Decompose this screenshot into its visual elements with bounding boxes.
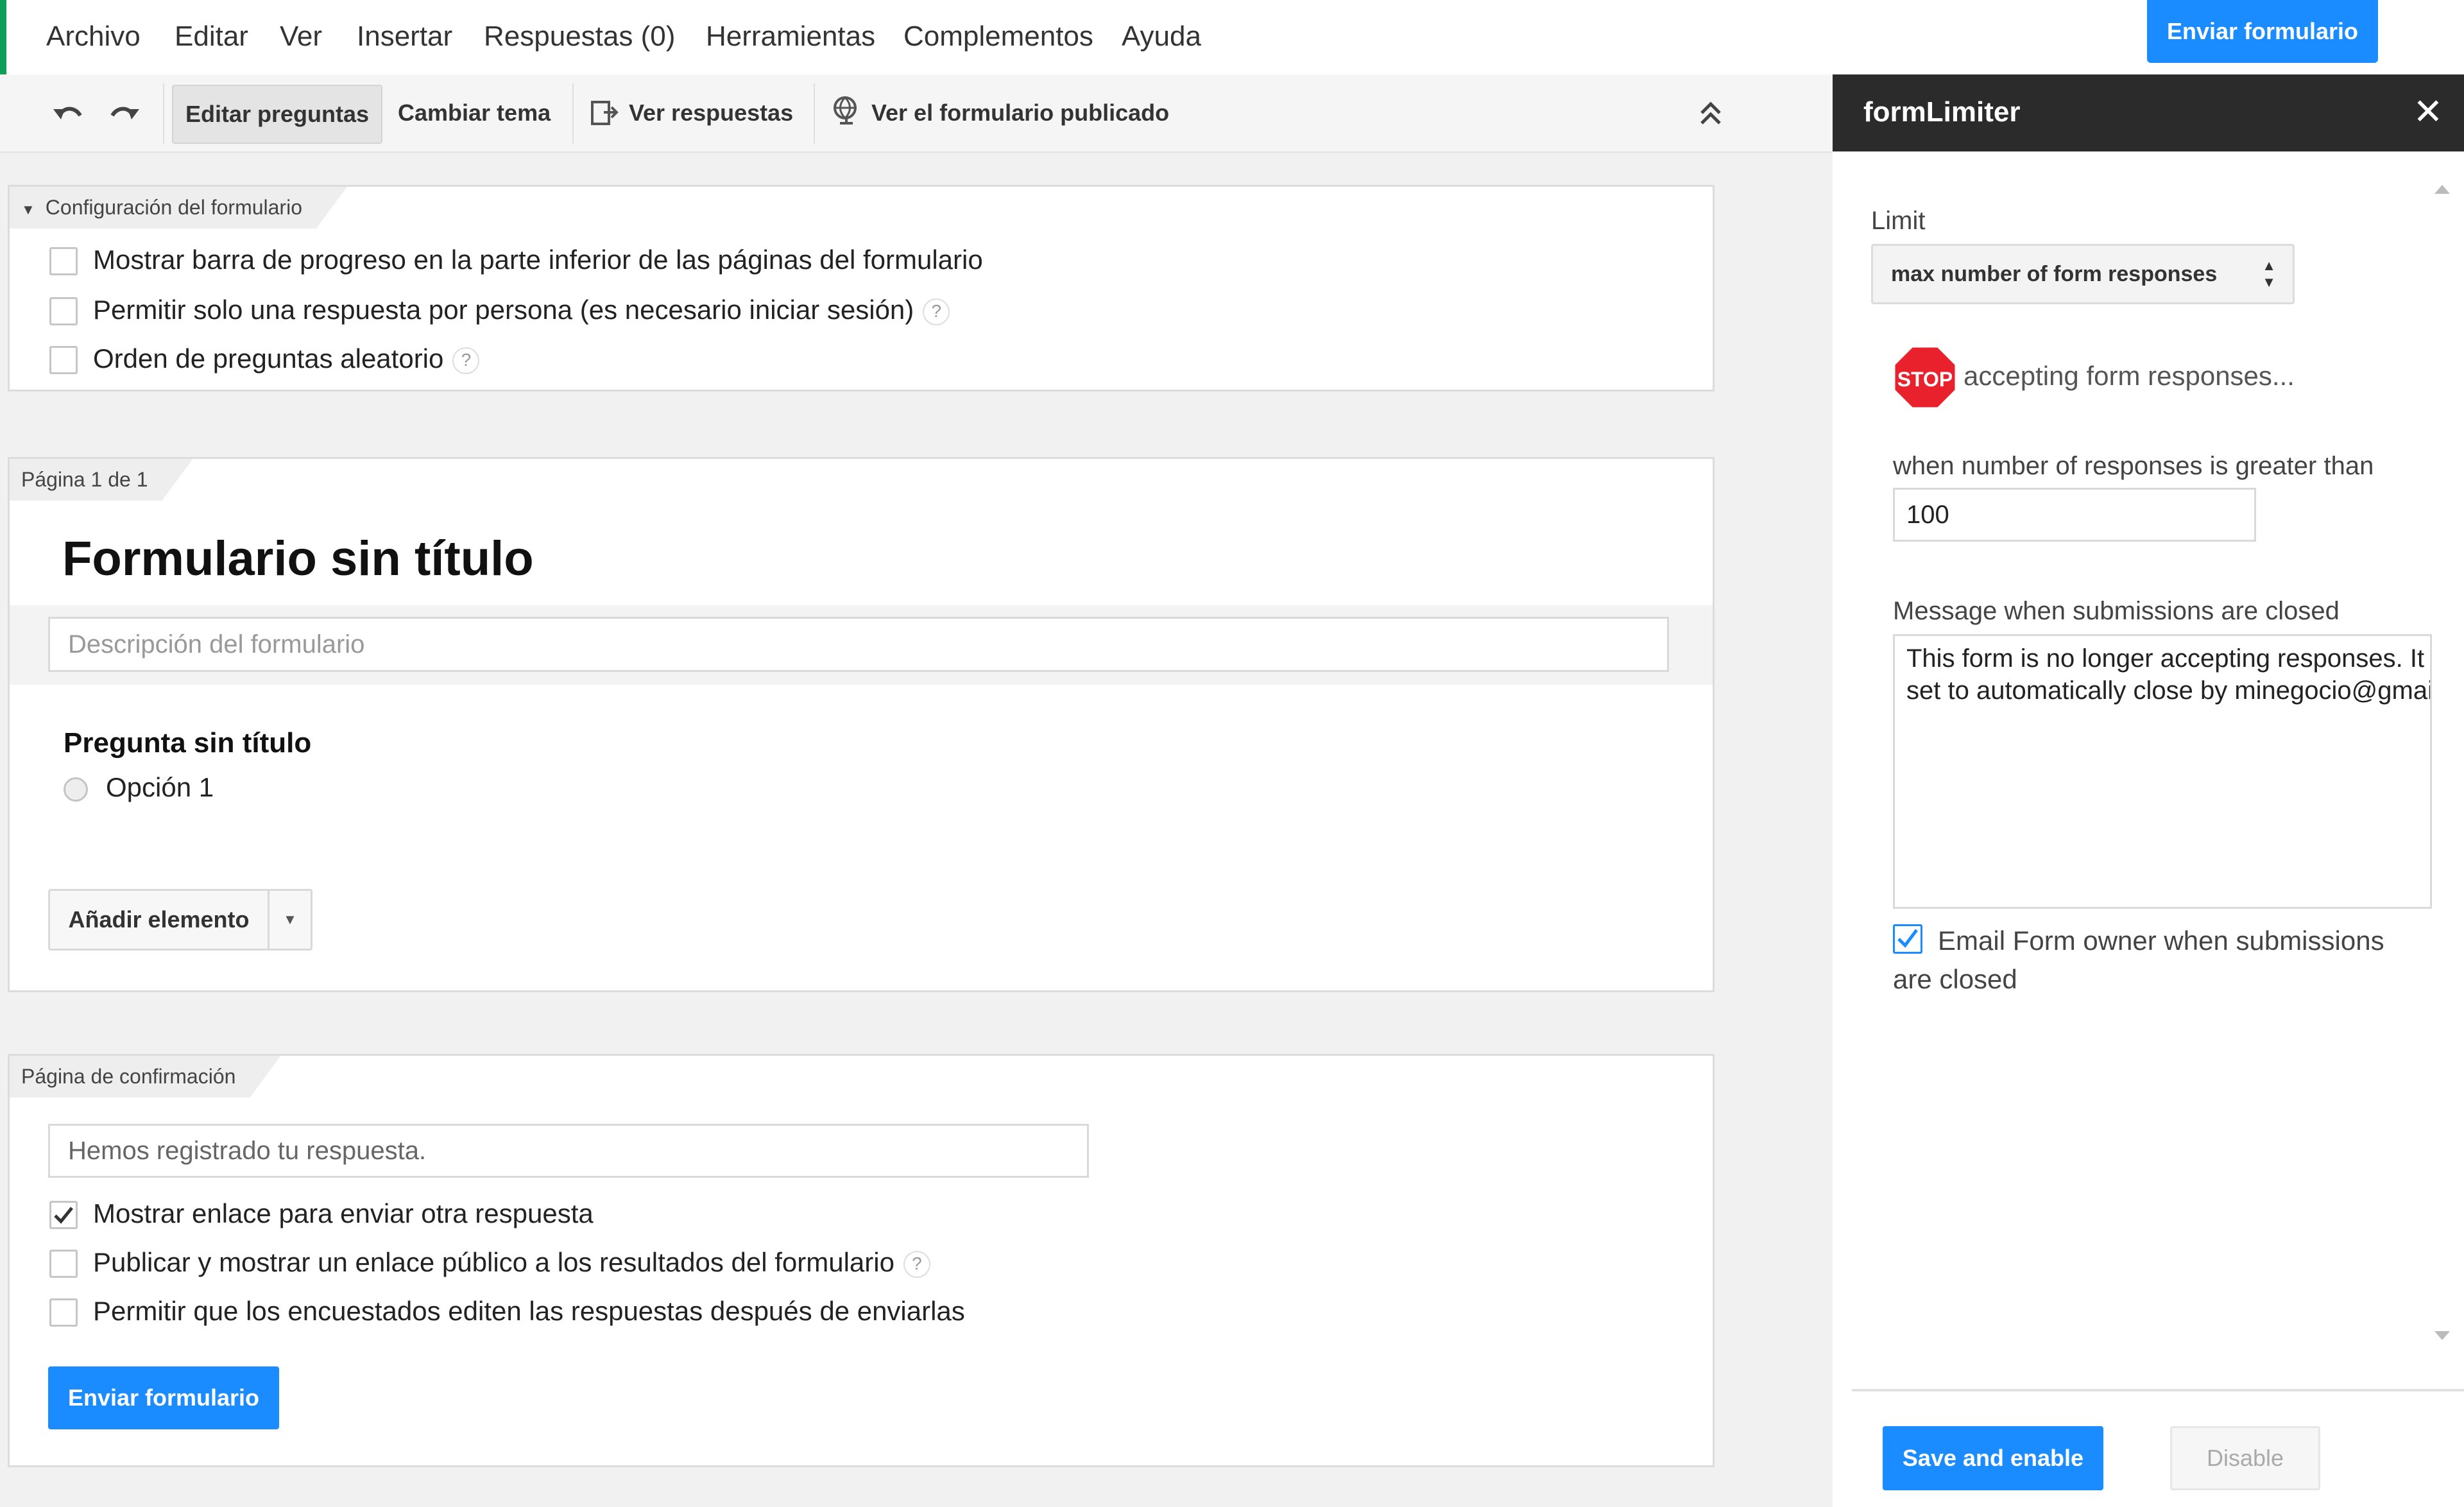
email-owner-label: Email Form owner when submissions are cl… [1893,926,2384,994]
page-tab: Página 1 de 1 [10,459,193,501]
message-label: Message when submissions are closed [1893,597,2340,625]
add-item-button[interactable]: Añadir elemento [50,891,270,949]
undo-icon[interactable] [49,94,87,132]
shuffle-questions-label: Orden de preguntas aleatorio [93,343,444,374]
send-form-button[interactable]: Enviar formulario [48,1366,279,1429]
collapse-icon[interactable] [1691,94,1730,132]
form-description-input[interactable]: Descripción del formulario [48,617,1669,672]
help-icon[interactable]: ? [923,298,950,325]
shuffle-questions-option: Orden de preguntas aleatorio? [93,343,480,374]
form-settings-panel: ▼ Configuración del formulario Mostrar ba… [8,185,1715,392]
one-response-checkbox[interactable] [49,297,78,325]
stop-sign-icon: STOP [1893,345,1957,409]
progress-bar-label: Mostrar barra de progreso en la parte in… [93,245,983,275]
select-arrows-icon: ▲ ▼ [2262,257,2276,290]
sidebar-footer-divider [1852,1389,2464,1391]
edit-questions-button[interactable]: Editar preguntas [172,85,382,144]
chevron-down-icon: ▼ [21,202,35,218]
toolbar-separator [163,83,164,144]
allow-edit-checkbox[interactable] [49,1298,78,1327]
threshold-input[interactable]: 100 [1893,488,2256,542]
shuffle-questions-checkbox[interactable] [49,346,78,374]
publish-results-option: Publicar y mostrar un enlace público a l… [93,1247,930,1278]
menu-complementos[interactable]: Complementos [903,21,1093,53]
confirmation-message-input[interactable]: Hemos registrado tu respuesta. [48,1124,1089,1178]
menu-bar: Archivo Editar Ver Insertar Respuestas (… [0,0,1833,74]
allow-edit-label: Permitir que los encuestados editen las … [93,1296,965,1326]
limit-select[interactable]: max number of form responses ▲ ▼ [1871,244,2295,304]
stop-sign-text: STOP [1897,368,1953,391]
closed-message-text: This form is no longer accepting respons… [1906,644,2430,705]
scroll-down-icon[interactable] [2434,1331,2450,1340]
close-icon[interactable]: ✕ [2405,89,2451,135]
menu-insertar[interactable]: Insertar [357,21,452,53]
view-published-form-button[interactable]: Ver el formulario publicado [871,85,1169,141]
one-response-option: Permitir solo una respuesta por persona … [93,295,950,325]
accent-edge [0,0,6,74]
change-theme-button[interactable]: Cambiar tema [398,85,551,141]
publish-results-checkbox[interactable] [49,1250,78,1278]
menu-respuestas[interactable]: Respuestas (0) [484,21,675,53]
limit-label: Limit [1871,207,1926,235]
menu-ver[interactable]: Ver [280,21,322,53]
sidebar-scrollbar[interactable] [2426,172,2464,1353]
option-1-label[interactable]: Opción 1 [106,772,214,803]
view-responses-icon [585,94,624,132]
confirmation-panel: Página de confirmación Hemos registrado … [8,1054,1715,1467]
globe-icon [828,94,866,132]
send-form-button-top[interactable]: Enviar formulario [2147,0,2378,63]
menu-ayuda[interactable]: Ayuda [1122,21,1201,53]
menu-archivo[interactable]: Archivo [46,21,141,53]
menu-herramientas[interactable]: Herramientas [706,21,875,53]
help-icon[interactable]: ? [903,1250,930,1278]
question-title[interactable]: Pregunta sin título [64,727,311,759]
redo-icon[interactable] [105,94,144,132]
form-settings-tab-label: Configuración del formulario [45,196,302,219]
add-item-dropdown-icon[interactable]: ▼ [270,891,311,949]
option-radio[interactable] [64,777,88,802]
send-another-label: Mostrar enlace para enviar otra respuest… [93,1198,594,1228]
help-icon[interactable]: ? [452,347,480,374]
scroll-up-icon[interactable] [2434,185,2450,194]
form-title[interactable]: Formulario sin título [62,531,534,587]
toolbar: Editar preguntas Cambiar tema Ver respue… [0,74,1833,153]
closed-message-textarea[interactable]: This form is no longer accepting respons… [1893,634,2432,909]
toolbar-separator [572,83,574,144]
limit-select-value: max number of form responses [1891,261,2218,286]
disable-button[interactable]: Disable [2170,1426,2320,1490]
form-page-panel: Página 1 de 1 Formulario sin título Desc… [8,457,1715,992]
one-response-label: Permitir solo una respuesta por persona … [93,295,914,325]
save-and-enable-button[interactable]: Save and enable [1883,1426,2103,1490]
send-another-checkbox[interactable] [49,1201,78,1229]
form-settings-tab[interactable]: ▼ Configuración del formulario [10,187,347,228]
confirmation-tab: Página de confirmación [10,1056,280,1098]
menu-editar[interactable]: Editar [175,21,248,53]
view-responses-button[interactable]: Ver respuestas [629,85,793,141]
stop-accepting-text: accepting form responses... [1964,361,2295,391]
sidebar-title: formLimiter [1863,96,2021,128]
publish-results-label: Publicar y mostrar un enlace público a l… [93,1247,894,1277]
toolbar-separator [814,83,815,144]
sidebar-header: formLimiter ✕ [1833,74,2464,151]
progress-bar-checkbox[interactable] [49,247,78,275]
threshold-label: when number of responses is greater than [1893,452,2374,480]
add-item-control: Añadir elemento ▼ [48,889,312,951]
